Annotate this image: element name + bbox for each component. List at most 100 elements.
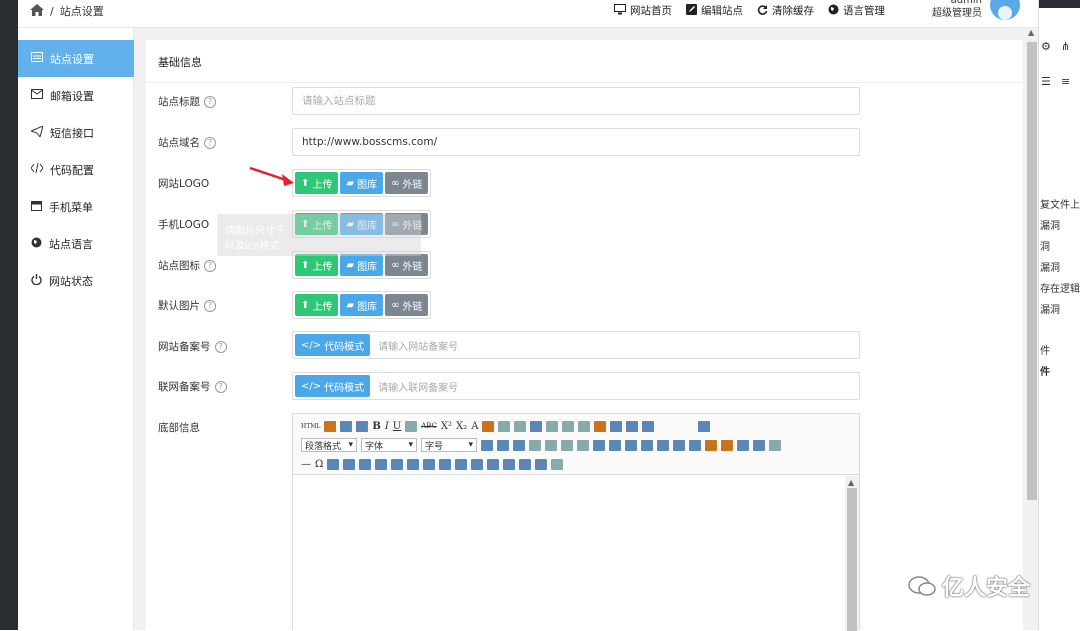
eraser-icon[interactable] xyxy=(562,420,575,432)
align-center-icon[interactable] xyxy=(545,439,557,451)
template-icon[interactable] xyxy=(324,420,337,432)
library-button[interactable]: ▰ 图库 xyxy=(340,294,384,316)
avatar[interactable] xyxy=(990,0,1020,20)
highlight-icon[interactable] xyxy=(482,420,495,432)
find-icon[interactable] xyxy=(546,420,559,432)
delete-col-icon[interactable] xyxy=(439,458,452,470)
paragraph-format-select[interactable]: 段落格式 ▾ xyxy=(301,438,357,452)
main-scroll-thumb[interactable] xyxy=(1027,42,1037,500)
chevron-up-icon[interactable]: ▲ xyxy=(848,478,854,487)
bold-button[interactable]: B xyxy=(372,421,380,432)
nav-site-home[interactable]: 网站首页 xyxy=(614,3,672,18)
sidebar-item-mobile-menu[interactable]: 手机菜单 xyxy=(18,188,134,225)
upload-button[interactable]: ⬆ 上传 xyxy=(295,294,339,316)
insert-paragraph-icon[interactable] xyxy=(375,458,388,470)
image-right-icon[interactable] xyxy=(673,439,685,451)
chevron-up-icon[interactable]: ▲ xyxy=(1028,28,1034,37)
nav-edit-site[interactable]: 编辑站点 xyxy=(686,3,743,18)
merge-right-icon[interactable] xyxy=(471,458,484,470)
row-spacing-icon[interactable] xyxy=(610,420,623,432)
library-button[interactable]: ▰ 图库 xyxy=(340,172,384,194)
editor-scroll-thumb[interactable] xyxy=(847,488,857,631)
underline-button[interactable]: U xyxy=(393,421,401,432)
align-right-icon[interactable] xyxy=(561,439,573,451)
site-domain-input[interactable] xyxy=(292,128,860,156)
unlink-icon[interactable] xyxy=(609,439,621,451)
align-left-icon[interactable] xyxy=(529,439,541,451)
font-border-icon[interactable] xyxy=(405,420,418,432)
upload-button[interactable]: ⬆ 上传 xyxy=(295,172,339,194)
help-icon[interactable]: ? xyxy=(204,95,216,108)
delete-row-icon[interactable] xyxy=(407,458,420,470)
strikethrough-button[interactable]: ABC xyxy=(421,422,437,430)
fullscreen-icon[interactable] xyxy=(698,420,711,432)
paste-plain-icon[interactable] xyxy=(594,420,607,432)
ltr-icon[interactable] xyxy=(481,439,493,451)
help-icon[interactable]: ? xyxy=(204,136,216,149)
home-icon[interactable] xyxy=(30,3,44,19)
code-mode-button[interactable]: </> 代码模式 xyxy=(295,375,371,397)
align-icon[interactable] xyxy=(626,420,639,432)
image-none-icon[interactable] xyxy=(657,439,669,451)
blockquote-icon[interactable] xyxy=(530,420,543,432)
split-cells-icon[interactable] xyxy=(503,458,516,470)
image-center-icon[interactable] xyxy=(689,439,701,451)
external-link-button[interactable]: ∞ 外链 xyxy=(385,294,429,316)
italic-button[interactable]: I xyxy=(385,421,389,432)
redo-icon[interactable] xyxy=(356,420,369,432)
insert-row-icon[interactable] xyxy=(391,458,404,470)
help-icon[interactable]: ? xyxy=(214,380,227,393)
align-justify-icon[interactable] xyxy=(577,439,589,451)
nav-clear-cache[interactable]: 清除缓存 xyxy=(757,3,814,18)
library-button[interactable]: ▰ 图库 xyxy=(340,254,384,276)
main-scrollbar[interactable]: ▲ xyxy=(1026,28,1038,630)
sidebar-item-site-status[interactable]: 网站状态 xyxy=(18,262,134,299)
sidebar-item-language[interactable]: 站点语言 xyxy=(18,225,134,262)
video-icon[interactable] xyxy=(737,439,749,451)
nav-language[interactable]: 语言管理 xyxy=(828,3,885,18)
insert-image-icon[interactable] xyxy=(705,439,717,451)
paste-icon[interactable] xyxy=(578,420,591,432)
sidebar-item-site-settings[interactable]: 站点设置 xyxy=(18,40,134,77)
split-rows-icon[interactable] xyxy=(519,458,532,470)
format-painter-icon[interactable] xyxy=(514,420,527,432)
anchor-icon[interactable] xyxy=(625,439,637,451)
subscript-button[interactable]: X₂ xyxy=(456,421,467,432)
html-source-button[interactable]: HTML xyxy=(301,423,320,430)
editor-scrollbar[interactable]: ▲ xyxy=(845,476,859,631)
help-icon[interactable]: ? xyxy=(214,340,227,353)
upload-button[interactable]: ⬆ 上传 xyxy=(295,254,339,276)
split-cols-icon[interactable] xyxy=(535,458,548,470)
delete-table-icon[interactable] xyxy=(359,458,372,470)
multi-image-icon[interactable] xyxy=(721,439,733,451)
external-link-button[interactable]: ∞ 外链 xyxy=(385,254,429,276)
attachment-icon[interactable] xyxy=(753,439,765,451)
map-icon[interactable] xyxy=(769,439,781,451)
help-icon[interactable]: ? xyxy=(204,299,216,312)
special-chars-button[interactable]: Ω xyxy=(315,459,323,470)
link-icon[interactable] xyxy=(593,439,605,451)
police-record-field[interactable]: </> 代码模式 请输入联网备案号 xyxy=(292,372,860,400)
font-color-button[interactable]: A xyxy=(471,421,478,432)
user-info[interactable]: admin 超级管理员 xyxy=(932,0,982,20)
undo-icon[interactable] xyxy=(340,420,353,432)
superscript-button[interactable]: X² xyxy=(441,421,452,432)
help-icon[interactable]: ? xyxy=(204,259,216,272)
insert-col-icon[interactable] xyxy=(423,458,436,470)
sidebar-item-code[interactable]: 代码配置 xyxy=(18,151,134,188)
table-icon[interactable] xyxy=(343,458,356,470)
external-link-button[interactable]: ∞ 外链 xyxy=(385,172,429,194)
print-icon[interactable] xyxy=(551,458,564,470)
site-title-input[interactable] xyxy=(292,87,860,115)
image-left-icon[interactable] xyxy=(641,439,653,451)
rtl-icon[interactable] xyxy=(497,439,509,451)
clear-format-icon[interactable] xyxy=(498,420,511,432)
code-mode-button[interactable]: </> 代码模式 xyxy=(295,334,371,356)
merge-down-icon[interactable] xyxy=(487,458,500,470)
date-icon[interactable] xyxy=(327,458,340,470)
horizontal-rule-button[interactable]: — xyxy=(301,459,311,470)
icp-field[interactable]: </> 代码模式 请输入网站备案号 xyxy=(292,331,860,359)
font-family-select[interactable]: 字体 ▾ xyxy=(361,438,417,452)
indent-icon[interactable] xyxy=(513,439,525,451)
font-size-select[interactable]: 字号 ▾ xyxy=(421,438,477,452)
